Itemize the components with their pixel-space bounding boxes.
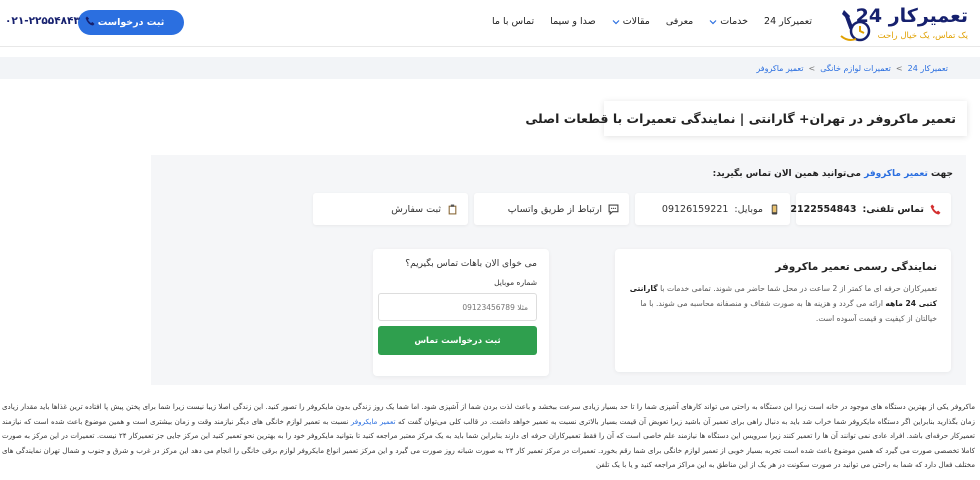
- nav-label: مقالات: [622, 16, 650, 27]
- order-label: ثبت سفارش: [391, 203, 441, 215]
- contact-panel: جهت تعمیر ماکروفر می‌توانید همین الان تم…: [151, 155, 966, 385]
- header-phone-number: ۰۲۱-۲۲۵۵۴۸۴۳: [5, 15, 80, 27]
- chevron-down-icon: [612, 19, 620, 24]
- official-service-text: تعمیرکاران حرفه ای ما کمتر از 2 ساعت در …: [629, 281, 937, 326]
- nav-item-articles[interactable]: مقالات: [612, 16, 650, 27]
- whatsapp-label: ارتباط از طریق واتساپ: [507, 203, 602, 215]
- breadcrumb-separator: >: [895, 63, 903, 73]
- breadcrumb-current[interactable]: تعمیر ماکروفر: [756, 64, 803, 73]
- whatsapp-card[interactable]: ارتباط از طریق واتساپ: [474, 193, 629, 225]
- call-prompt-link[interactable]: تعمیر ماکروفر: [864, 169, 928, 179]
- article-body: ماکروفر یکی از بهترین دستگاه های موجود د…: [2, 400, 975, 473]
- phone-icon: [930, 204, 941, 214]
- call-prompt-prefix: جهت: [931, 169, 953, 179]
- main-nav: تعمیرکار 24 خدمات معرفی مقالات صدا و سیم…: [492, 16, 812, 27]
- nav-label: تعمیرکار 24: [764, 16, 812, 27]
- mobile-number: 09126159221: [661, 203, 729, 215]
- mobile-label: موبایل:: [734, 203, 763, 215]
- mobile-card[interactable]: موبایل: 09126159221: [635, 193, 790, 225]
- callback-question: می خوای الان باهات تماس بگیریم؟: [405, 259, 537, 269]
- nav-item-services[interactable]: خدمات: [709, 16, 748, 27]
- site-header: تعمیرکار 24 یک تماس، یک خیال راحت تعمیرک…: [0, 0, 980, 47]
- call-prompt-suffix: می‌توانید همین الان تماس بگیرید:: [712, 169, 861, 179]
- logo-title: تعمیرکار 24: [855, 5, 968, 27]
- page-title-box: تعمیر ماکروفر در تهران+ گارانتی | نمایند…: [525, 101, 967, 136]
- nav-item-home[interactable]: تعمیرکار 24: [764, 16, 812, 27]
- mobile-icon: [771, 204, 778, 214]
- nav-label: صدا و سیما: [550, 16, 596, 27]
- microwave-repair-link[interactable]: تعمیر مایکروفر: [351, 417, 396, 426]
- breadcrumb-category[interactable]: تعمیرات لوازم خانگی: [820, 64, 891, 73]
- nav-item-contact[interactable]: تماس با ما: [492, 16, 534, 27]
- chat-bubble-icon: [608, 204, 619, 215]
- phone-icon: [85, 16, 95, 26]
- logo-tagline: یک تماس، یک خیال راحت: [877, 31, 968, 41]
- mobile-field-label: شماره موبایل: [494, 278, 537, 287]
- phone-call-number: 02122554843: [783, 203, 857, 215]
- breadcrumb-separator: >: [808, 63, 816, 73]
- official-service-title: نمایندگی رسمی تعمیر ماکروفر: [775, 261, 937, 273]
- nav-item-about[interactable]: معرفی: [666, 16, 693, 27]
- submit-callback-button[interactable]: ثبت درخواست تماس: [378, 326, 537, 355]
- nav-label: معرفی: [665, 16, 694, 27]
- mobile-number-input[interactable]: [378, 293, 537, 321]
- callback-form: می خوای الان باهات تماس بگیریم؟ شماره مو…: [373, 249, 549, 376]
- nav-label: خدمات: [720, 16, 749, 27]
- nav-label: تماس با ما: [491, 16, 535, 27]
- call-prompt: جهت تعمیر ماکروفر می‌توانید همین الان تم…: [713, 169, 953, 179]
- site-logo[interactable]: تعمیرکار 24 یک تماس، یک خیال راحت: [838, 5, 968, 45]
- contact-cards: تماس تلفنی: 02122554843 موبایل: 09126159…: [313, 193, 951, 225]
- nav-item-media[interactable]: صدا و سیما: [550, 16, 596, 27]
- page-title: تعمیر ماکروفر در تهران+ گارانتی | نمایند…: [525, 111, 956, 126]
- official-service-box: نمایندگی رسمی تعمیر ماکروفر تعمیرکاران ح…: [615, 249, 951, 372]
- info-text-part: تعمیرکاران حرفه ای ما کمتر از 2 ساعت در …: [660, 284, 937, 293]
- header-phone[interactable]: ۰۲۱-۲۲۵۵۴۸۴۳: [5, 15, 95, 27]
- chevron-down-icon: [709, 19, 717, 24]
- phone-call-label: تماس تلفنی:: [862, 203, 925, 215]
- breadcrumb-home[interactable]: تعمیرکار 24: [908, 64, 948, 73]
- breadcrumb: تعمیرکار 24 > تعمیرات لوازم خانگی > تعمی…: [0, 57, 980, 79]
- phone-call-card[interactable]: تماس تلفنی: 02122554843: [784, 193, 951, 225]
- clipboard-icon: [448, 204, 457, 214]
- order-card[interactable]: ثبت سفارش: [313, 193, 468, 225]
